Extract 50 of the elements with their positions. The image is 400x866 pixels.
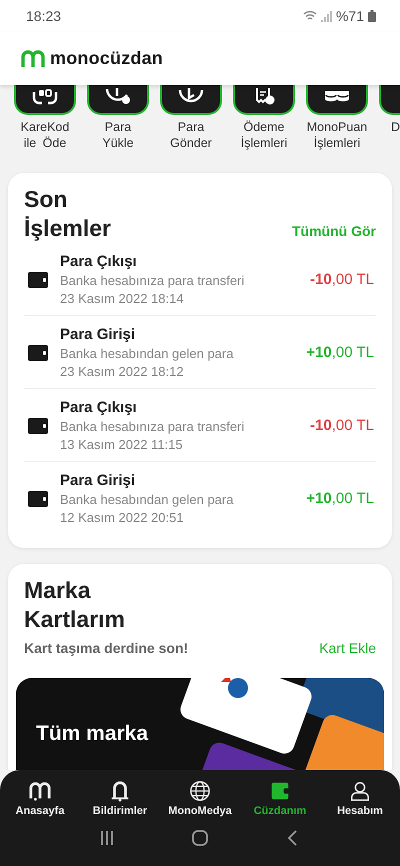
transaction-description: Banka hesabından gelen para [60,492,234,507]
nav-tab[interactable]: Hesabım [324,780,396,817]
section-title: Marka Kartlarım [24,576,126,634]
transaction-amount: -10,00 TL [310,417,374,434]
wallet-icon [28,490,48,506]
user-icon [348,780,372,802]
transaction-date: 13 Kasım 2022 11:15 [60,437,184,452]
promo-banner[interactable]: Tüm marka [16,678,384,770]
nav-tab[interactable]: MonoMedya [164,780,236,817]
add-money-icon [105,88,131,106]
globe-icon [188,780,212,802]
signal-icon [320,10,332,22]
qr-scan-icon [32,88,58,106]
nav-tab[interactable]: Anasayfa [4,780,76,817]
transaction-description: Banka hesabınıza para transferi [60,419,246,434]
transaction-amount: +10,00 TL [306,490,374,507]
transaction-title: Para Çıkışı [60,399,138,416]
transaction-date: 23 Kasım 2022 18:12 [60,364,185,379]
wallet-icon [28,272,48,288]
nav-tab[interactable]: Bildirimler [84,780,156,817]
quick-action[interactable]: KareKod ile Öde [14,85,76,151]
quick-action[interactable]: Para Gönder [160,85,222,151]
transaction-title: Para Çıkışı [60,253,138,270]
transaction-amount: +10,00 TL [306,344,374,361]
wifi-icon [302,10,317,22]
transaction-description: Banka hesabından gelen para [60,346,234,361]
transaction-title: Para Girişi [60,326,136,343]
quick-action[interactable]: Para Yükle [87,85,149,151]
transaction-date: 12 Kasım 2022 20:51 [60,510,185,525]
transaction-description: Banka hesabınıza para transferi [60,273,246,288]
nav-tab[interactable]: Cüzdanım [244,780,316,817]
brand-name: monocüzdan [50,48,163,69]
home-icon[interactable] [190,829,209,847]
coins-icon [324,90,350,102]
transaction-title: Para Girişi [60,472,136,489]
banner-text: Tüm marka [36,722,148,746]
section-title: Son İşlemler [24,185,112,243]
transaction-amount: -10,00 TL [310,271,374,288]
battery-level: %71 [336,8,364,24]
transaction-date: 23 Kasım 2022 18:14 [60,291,185,306]
section-subtitle: Kart taşıma derdine son! [24,640,188,656]
home-logo-icon [28,780,52,802]
quick-action[interactable]: D [379,85,400,151]
clock: 18:23 [26,8,62,24]
battery-icon [368,10,376,22]
quick-action[interactable]: MonoPuan İşlemleri [306,85,368,151]
wallet-icon [28,418,48,434]
quick-action[interactable]: Ödeme İşlemleri [233,85,295,151]
wallet-icon [28,344,48,360]
logo-icon [20,48,46,68]
